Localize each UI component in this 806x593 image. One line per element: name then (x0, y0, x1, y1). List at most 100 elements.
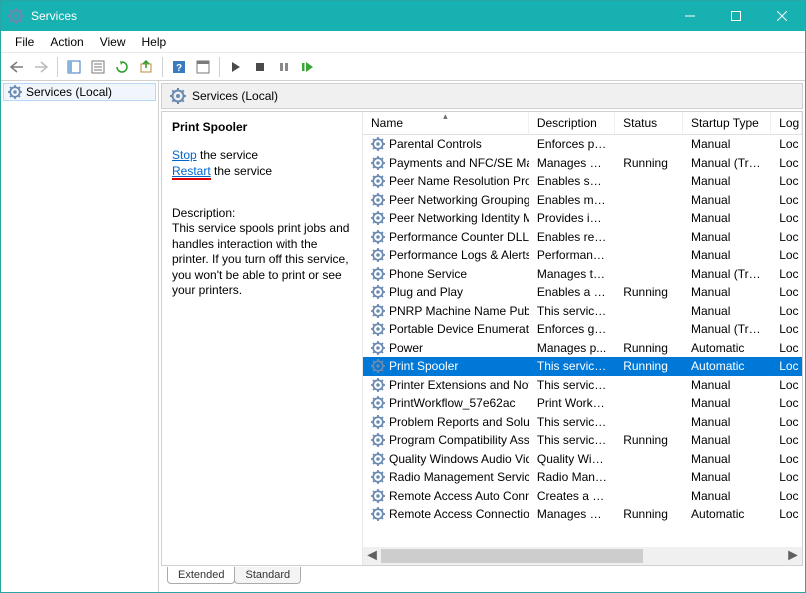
col-name[interactable]: Name▴ (363, 112, 529, 134)
show-hide-tree-button[interactable] (62, 55, 86, 79)
menu-file[interactable]: File (7, 33, 42, 51)
service-logon: Loc (771, 507, 802, 521)
scroll-thumb[interactable] (381, 549, 643, 563)
view-tabs: Extended Standard (161, 568, 803, 590)
maximize-button[interactable] (713, 1, 759, 31)
properties-button[interactable] (86, 55, 110, 79)
service-startup-type: Automatic (683, 507, 771, 521)
table-row[interactable]: Peer Networking Identity M...Provides id… (363, 209, 802, 228)
service-status: Running (615, 359, 683, 373)
service-startup-type: Manual (683, 285, 771, 299)
service-name: Payments and NFC/SE Man... (389, 156, 529, 170)
service-logon: Loc (771, 304, 802, 318)
stop-link[interactable]: Stop (172, 148, 197, 162)
service-name: Parental Controls (389, 137, 482, 151)
table-row[interactable]: PowerManages p...RunningAutomaticLoc (363, 339, 802, 358)
table-row[interactable]: Quality Windows Audio Vid...Quality Win.… (363, 450, 802, 469)
table-row[interactable]: Phone ServiceManages th...Manual (Trig..… (363, 265, 802, 284)
pause-service-button[interactable] (272, 55, 296, 79)
gear-icon (371, 452, 385, 466)
col-status[interactable]: Status (615, 112, 683, 134)
table-row[interactable]: Peer Networking GroupingEnables mul...Ma… (363, 191, 802, 210)
service-logon: Loc (771, 193, 802, 207)
table-row[interactable]: Program Compatibility Assi...This servic… (363, 431, 802, 450)
service-name: Performance Counter DLL ... (389, 230, 529, 244)
table-row[interactable]: Print SpoolerThis service ...RunningAuto… (363, 357, 802, 376)
service-logon: Loc (771, 489, 802, 503)
table-row[interactable]: Printer Extensions and Notif...This serv… (363, 376, 802, 395)
service-status: Running (615, 156, 683, 170)
sort-ascending-icon: ▴ (443, 112, 448, 122)
table-row[interactable]: Portable Device Enumerator...Enforces gr… (363, 320, 802, 339)
table-row[interactable]: Parental ControlsEnforces pa...ManualLoc (363, 135, 802, 154)
menu-action[interactable]: Action (42, 33, 91, 51)
service-name: Printer Extensions and Notif... (389, 378, 529, 392)
tab-standard[interactable]: Standard (234, 567, 301, 584)
service-startup-type: Manual (683, 193, 771, 207)
service-name: Peer Networking Grouping (389, 193, 529, 207)
title-bar: Services (1, 1, 805, 31)
table-row[interactable]: PNRP Machine Name Publi...This service .… (363, 302, 802, 321)
service-startup-type: Manual (683, 452, 771, 466)
scroll-left-icon[interactable]: ◄ (363, 547, 381, 565)
column-headers: Name▴ Description Status Startup Type Lo… (363, 112, 802, 135)
help-topics-button[interactable] (191, 55, 215, 79)
table-row[interactable]: Remote Access Auto Conne...Creates a co.… (363, 487, 802, 506)
selected-service-name: Print Spooler (172, 120, 352, 134)
table-row[interactable]: Radio Management ServiceRadio Mana... Man… (363, 468, 802, 487)
table-row[interactable]: Remote Access Connection...Manages di...… (363, 505, 802, 524)
close-button[interactable] (759, 1, 805, 31)
gear-icon (371, 193, 385, 207)
service-description: Provides ide... (529, 211, 615, 225)
gear-icon (371, 433, 385, 447)
service-description: Quality Win... (529, 452, 615, 466)
table-row[interactable]: Plug and PlayEnables a c...RunningManual… (363, 283, 802, 302)
service-name: Radio Management Service (389, 470, 529, 484)
col-logon[interactable]: Log On As (771, 112, 802, 134)
help-button[interactable]: ? (167, 55, 191, 79)
tab-extended[interactable]: Extended (167, 567, 235, 584)
service-logon: Loc (771, 359, 802, 373)
service-status: Running (615, 285, 683, 299)
service-name: Peer Networking Identity M... (389, 211, 529, 225)
service-description: This service ... (529, 433, 615, 447)
forward-button[interactable] (29, 55, 53, 79)
stop-service-button[interactable] (248, 55, 272, 79)
table-row[interactable]: Performance Counter DLL ...Enables rem..… (363, 228, 802, 247)
refresh-button[interactable] (110, 55, 134, 79)
service-description: Print Workfl... (529, 396, 615, 410)
service-startup-type: Manual (683, 378, 771, 392)
menu-view[interactable]: View (92, 33, 134, 51)
service-startup-type: Manual (683, 470, 771, 484)
start-service-button[interactable] (224, 55, 248, 79)
minimize-button[interactable] (667, 1, 713, 31)
scroll-right-icon[interactable]: ► (784, 547, 802, 565)
table-row[interactable]: Performance Logs & AlertsPerformanc...Ma… (363, 246, 802, 265)
restart-link[interactable]: Restart (172, 164, 211, 178)
back-button[interactable] (5, 55, 29, 79)
export-button[interactable] (134, 55, 158, 79)
list-body[interactable]: Parental ControlsEnforces pa...ManualLoc… (363, 135, 802, 547)
service-description: This service ... (529, 359, 615, 373)
service-description: Enforces gr... (529, 322, 615, 336)
service-logon: Loc (771, 137, 802, 151)
col-description[interactable]: Description (529, 112, 615, 134)
menu-help[interactable]: Help (134, 33, 175, 51)
service-startup-type: Manual (Trig... (683, 322, 771, 336)
horizontal-scrollbar[interactable]: ◄ ► (363, 547, 802, 565)
service-status: Running (615, 507, 683, 521)
pane-header: Services (Local) (161, 83, 803, 109)
table-row[interactable]: PrintWorkflow_57e62acPrint Workfl...Manu… (363, 394, 802, 413)
service-logon: Loc (771, 156, 802, 170)
col-startup-type[interactable]: Startup Type (683, 112, 771, 134)
restart-service-button[interactable] (296, 55, 320, 79)
tree-item-services-local[interactable]: Services (Local) (3, 83, 156, 101)
service-logon: Loc (771, 396, 802, 410)
table-row[interactable]: Peer Name Resolution Prot...Enables serv… (363, 172, 802, 191)
gear-icon (371, 396, 385, 410)
service-description: Radio Mana... (529, 470, 615, 484)
table-row[interactable]: Payments and NFC/SE Man...Manages pa...R… (363, 154, 802, 173)
service-name: Phone Service (389, 267, 467, 281)
gear-icon (371, 230, 385, 244)
table-row[interactable]: Problem Reports and Soluti...This servic… (363, 413, 802, 432)
